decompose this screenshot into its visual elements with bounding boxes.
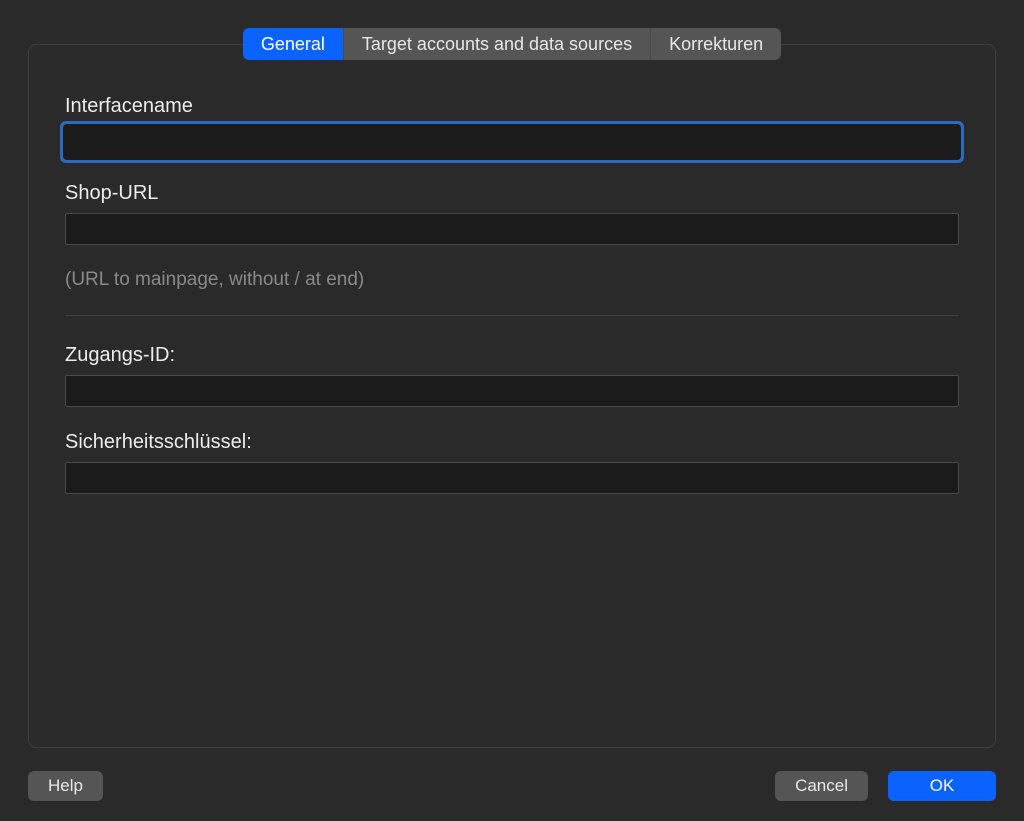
- tab-general[interactable]: General: [243, 28, 344, 60]
- tab-bar: General Target accounts and data sources…: [28, 28, 996, 60]
- label-zugangsid: Zugangs-ID:: [65, 344, 959, 367]
- content-frame: Interfacename Shop-URL (URL to mainpage,…: [28, 44, 996, 748]
- field-group-sicherheitsschluessel: Sicherheitsschlüssel:: [65, 431, 959, 494]
- cancel-button[interactable]: Cancel: [775, 771, 868, 801]
- label-interfacename: Interfacename: [65, 95, 959, 118]
- button-bar: Help Cancel OK: [28, 771, 996, 801]
- input-zugangsid[interactable]: [65, 375, 959, 407]
- input-shopurl[interactable]: [65, 213, 959, 245]
- input-interfacename[interactable]: [65, 126, 959, 158]
- label-shopurl: Shop-URL: [65, 182, 959, 205]
- tab-korrekturen[interactable]: Korrekturen: [651, 28, 781, 60]
- tab-target-accounts[interactable]: Target accounts and data sources: [344, 28, 651, 60]
- field-group-shopurl: Shop-URL (URL to mainpage, without / at …: [65, 182, 959, 291]
- divider: [65, 315, 959, 316]
- ok-button[interactable]: OK: [888, 771, 996, 801]
- input-sicherheitsschluessel[interactable]: [65, 462, 959, 494]
- field-group-zugangsid: Zugangs-ID:: [65, 344, 959, 407]
- label-sicherheitsschluessel: Sicherheitsschlüssel:: [65, 431, 959, 454]
- help-shopurl: (URL to mainpage, without / at end): [65, 269, 959, 291]
- help-button[interactable]: Help: [28, 771, 103, 801]
- field-group-interfacename: Interfacename: [65, 95, 959, 158]
